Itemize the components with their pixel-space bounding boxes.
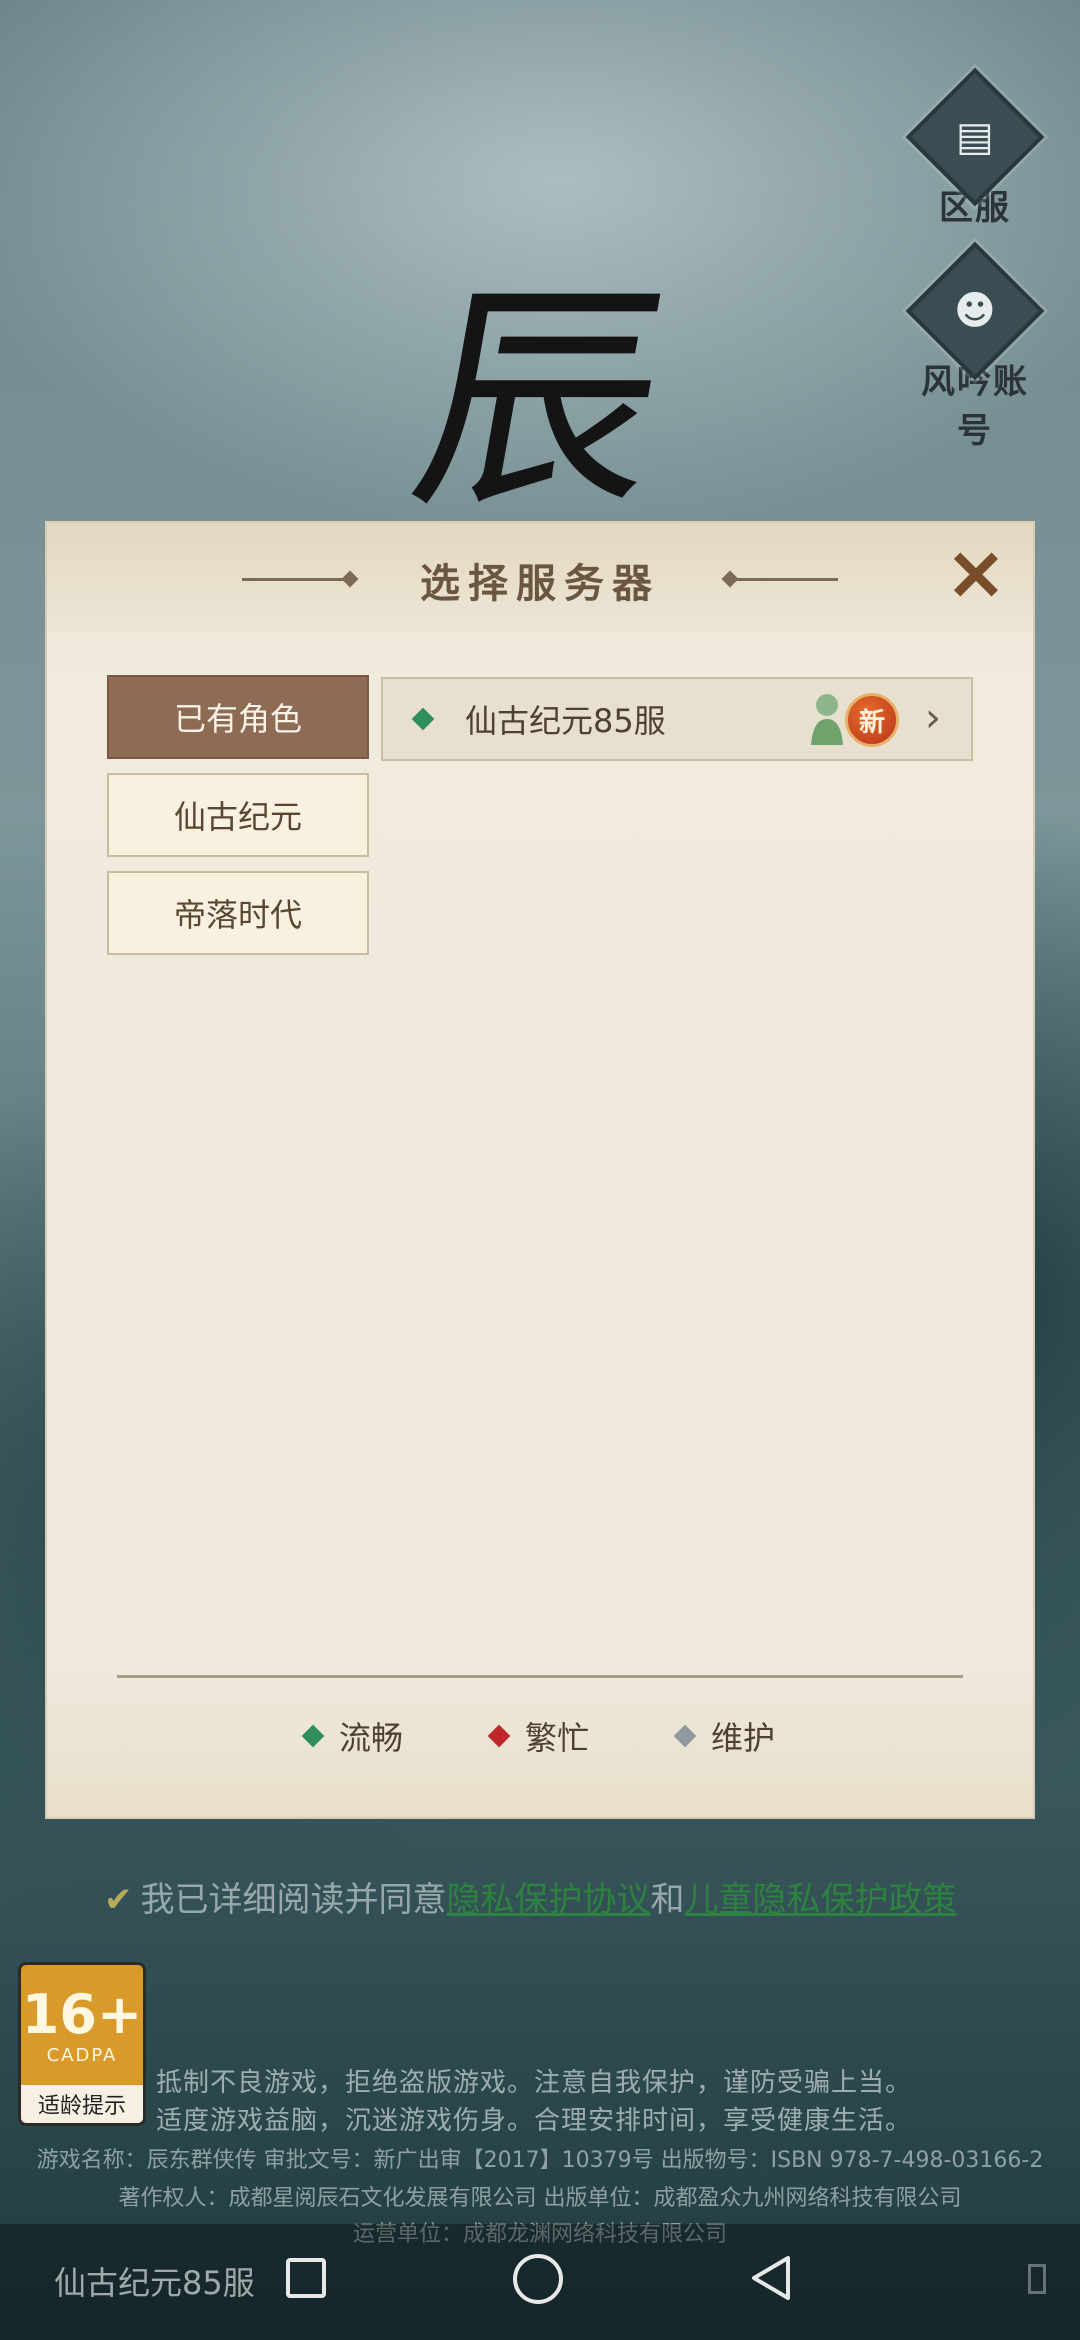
age-rating-badge[interactable]: 16+ CADPA 适龄提示	[18, 1962, 146, 2126]
game-info-line-2: 著作权人：成都星阅辰石文化发展有限公司 出版单位：成都盈众九州网络科技有限公司	[118, 2186, 962, 2211]
category-label: 已有角色	[173, 700, 302, 738]
age-org: CADPA	[46, 2045, 118, 2066]
category-label: 仙古纪元	[173, 798, 302, 836]
server-region-button[interactable]: ▤ 区服	[905, 67, 1045, 229]
server-select-dialog: 选择服务器 ✕ 已有角色 仙古纪元 帝落时代 仙古纪元85服 新 › 流畅 繁忙…	[47, 523, 1033, 1817]
back-icon[interactable]	[744, 2250, 800, 2306]
age-rating: 16+	[21, 1983, 143, 2046]
game-info-line-1: 游戏名称：辰东群侠传 审批文号：新广出审【2017】10379号 出版物号：IS…	[36, 2148, 1044, 2173]
home-icon[interactable]	[513, 2254, 563, 2304]
category-xiangu-era[interactable]: 仙古纪元	[107, 773, 369, 857]
privacy-link[interactable]: 隐私保护协议	[447, 1880, 651, 1920]
health-notice-line-1: 抵制不良游戏，拒绝盗版游戏。注意自我保护，谨防受骗上当。	[156, 2068, 913, 2098]
category-existing-roles[interactable]: 已有角色	[107, 675, 369, 759]
recents-icon[interactable]	[286, 2258, 326, 2298]
character-icon	[811, 694, 843, 745]
account-button[interactable]: ☻ 风吟账号	[905, 241, 1045, 452]
diamond-gray-icon	[673, 1724, 697, 1748]
age-tip: 适龄提示	[21, 2085, 143, 2123]
children-privacy-link[interactable]: 儿童隐私保护政策	[685, 1880, 957, 1920]
system-nav-bar: 仙古纪元85服	[0, 2224, 1080, 2340]
status-smooth-icon	[411, 707, 435, 731]
agreement-prefix: 我已详细阅读并同意	[140, 1880, 447, 1920]
close-icon: ✕	[946, 534, 1006, 617]
dialog-title: 选择服务器	[420, 560, 660, 607]
agreement-and: 和	[650, 1880, 685, 1920]
legend-smooth: 流畅	[301, 1713, 403, 1759]
legend-label: 维护	[711, 1719, 776, 1757]
chevron-right-icon: ›	[925, 695, 941, 741]
close-button[interactable]: ✕	[941, 541, 1011, 611]
legend-divider	[117, 1675, 963, 1678]
new-badge: 新	[845, 693, 899, 747]
legend-label: 流畅	[338, 1719, 403, 1757]
accessibility-icon[interactable]	[1028, 2264, 1046, 2294]
legend-maintenance: 维护	[673, 1713, 776, 1759]
status-legend: 流畅 繁忙 维护	[47, 1713, 1033, 1759]
legend-label: 繁忙	[524, 1719, 589, 1757]
game-logo: 辰	[395, 260, 685, 540]
server-item[interactable]: 仙古纪元85服 新 ›	[381, 677, 973, 761]
diamond-green-icon	[301, 1724, 325, 1748]
legend-busy: 繁忙	[487, 1713, 589, 1759]
health-notice-line-2: 适度游戏益脑，沉迷游戏伤身。合理安排时间，享受健康生活。	[156, 2106, 913, 2136]
check-icon[interactable]: ✔	[104, 1880, 133, 1920]
diamond-red-icon	[487, 1724, 511, 1748]
category-label: 帝落时代	[173, 896, 302, 934]
category-diluo-era[interactable]: 帝落时代	[107, 871, 369, 955]
agreement-line: ✔ 我已详细阅读并同意隐私保护协议和儿童隐私保护政策	[104, 1872, 957, 1921]
server-name: 仙古纪元85服	[465, 702, 666, 740]
current-server-label[interactable]: 仙古纪元85服	[54, 2258, 255, 2304]
